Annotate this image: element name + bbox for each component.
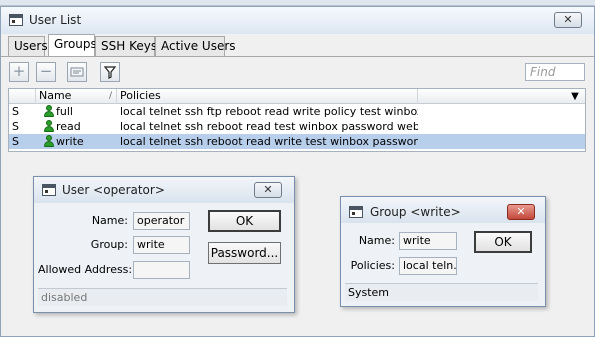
row-name: write xyxy=(56,135,84,148)
tab-active-users[interactable]: Active Users xyxy=(155,36,236,56)
row-policies: local telnet ssh ftp reboot read write p… xyxy=(120,105,418,118)
row-policies: local telnet ssh reboot read write test … xyxy=(120,135,418,148)
name-label: Name: xyxy=(358,234,395,247)
group-label: Group: xyxy=(90,238,128,251)
tab-users[interactable]: Users xyxy=(8,36,48,56)
group-field[interactable]: write xyxy=(133,236,190,254)
group-write-dialog: Group <write> ✕ Name: write Policies: lo… xyxy=(340,196,546,307)
header-flag xyxy=(9,89,36,104)
dialog-app-icon xyxy=(42,184,56,196)
row-flag: S xyxy=(12,135,19,148)
dialog-title-bar[interactable]: Group <write> ✕ xyxy=(341,197,545,223)
close-icon[interactable]: ✕ xyxy=(254,182,282,198)
header-name[interactable]: Name / xyxy=(36,89,117,104)
window-title: User List xyxy=(29,13,82,27)
header-name-label: Name xyxy=(39,89,72,102)
window-app-icon xyxy=(9,14,23,26)
password-button[interactable]: Password... xyxy=(208,242,281,264)
row-flag: S xyxy=(12,105,19,118)
title-bar[interactable]: User List ✕ xyxy=(1,7,594,34)
row-policies: local telnet ssh reboot read test winbox… xyxy=(120,120,418,133)
status-bar: disabled xyxy=(38,288,287,306)
filter-icon[interactable] xyxy=(100,62,120,82)
close-icon[interactable]: ✕ xyxy=(554,12,582,28)
toolbar: + − Find xyxy=(1,56,594,90)
header-policies[interactable]: Policies xyxy=(117,89,418,104)
minus-icon[interactable]: − xyxy=(36,62,56,82)
name-field[interactable]: write xyxy=(399,232,457,250)
dialog-title: Group <write> xyxy=(370,205,461,219)
status-bar: System xyxy=(345,283,538,301)
table-row[interactable]: S full local telnet ssh ftp reboot read … xyxy=(9,104,585,119)
dialog-title: User <operator> xyxy=(62,183,165,197)
close-icon[interactable]: ✕ xyxy=(507,204,535,220)
dialog-title-bar[interactable]: User <operator> ✕ xyxy=(34,177,294,203)
sort-indicator-icon: / xyxy=(108,91,112,101)
ok-button[interactable]: OK xyxy=(208,210,281,232)
tab-groups[interactable]: Groups xyxy=(48,34,97,56)
table-header: Name / Policies ▼ xyxy=(9,89,585,104)
groups-table: Name / Policies ▼ S full local telnet ss… xyxy=(8,88,586,152)
user-operator-dialog: User <operator> ✕ Name: operator Group: … xyxy=(33,176,295,313)
allowed-address-label: Allowed Address: xyxy=(38,263,133,276)
name-label: Name: xyxy=(91,214,128,227)
tab-ssh-keys[interactable]: SSH Keys xyxy=(95,36,157,56)
ok-button[interactable]: OK xyxy=(474,231,532,253)
allowed-address-field[interactable] xyxy=(133,261,190,279)
table-row-selected[interactable]: S write local telnet ssh reboot read wri… xyxy=(9,134,585,149)
column-chooser-icon[interactable]: ▼ xyxy=(567,90,583,103)
find-input[interactable]: Find xyxy=(525,63,585,81)
policies-field[interactable]: local teln... xyxy=(399,257,457,275)
row-flag: S xyxy=(12,120,19,133)
plus-icon[interactable]: + xyxy=(9,62,29,82)
name-field[interactable]: operator xyxy=(133,212,190,230)
dialog-app-icon xyxy=(349,206,363,218)
table-row[interactable]: S read local telnet ssh reboot read test… xyxy=(9,119,585,134)
policies-label: Policies: xyxy=(350,259,395,272)
comment-icon[interactable] xyxy=(67,62,87,82)
row-name: read xyxy=(56,120,81,133)
row-name: full xyxy=(56,105,73,118)
